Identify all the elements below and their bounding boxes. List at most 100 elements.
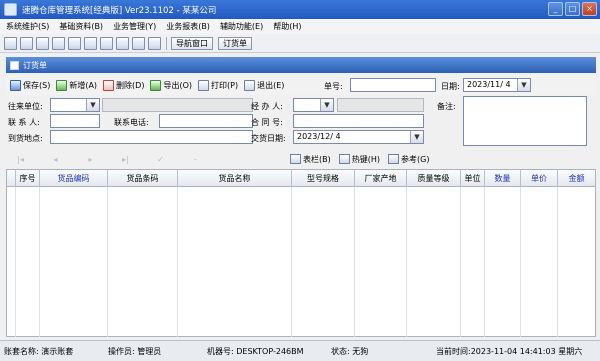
grid-icon[interactable] [4, 37, 17, 50]
chevron-down-icon[interactable]: ▼ [517, 79, 530, 91]
grid-column [178, 187, 292, 337]
handler-name-field [337, 98, 424, 112]
table-columns-label: 表栏(B) [303, 154, 331, 164]
print-icon[interactable] [116, 37, 129, 50]
refresh-icon[interactable]: ✓ [156, 155, 165, 164]
handler-input[interactable]: ▼ [293, 98, 334, 112]
add-button[interactable]: 新增(A) [56, 79, 97, 91]
help-icon[interactable] [132, 37, 145, 50]
next-icon[interactable]: ▸ [86, 155, 95, 164]
grid-column [355, 187, 407, 337]
grid-column [521, 187, 558, 337]
save-button[interactable]: 保存(S) [10, 79, 50, 91]
col-header-spec[interactable]: 型号规格 [292, 170, 355, 187]
grid-column [407, 187, 461, 337]
status-machine: 机器号: DESKTOP-246BM [207, 347, 304, 356]
export-label: 导出(O) [163, 80, 192, 90]
disk-icon[interactable] [84, 37, 97, 50]
col-header-quality[interactable]: 质量等级 [407, 170, 461, 187]
partner-name-field [102, 98, 253, 112]
menu-business[interactable]: 业务管理(Y) [113, 21, 156, 32]
menu-help[interactable]: 帮助(H) [273, 21, 301, 32]
nav-window-button[interactable]: 导航窗口 [171, 37, 213, 50]
main-toolbar: 导航窗口 订货单 [0, 35, 600, 53]
title-bar: 速腾仓库管理系统[经典版] Ver23.1102 - 某某公司 _ □ × [0, 0, 600, 19]
delete-label: 删除(D) [116, 80, 145, 90]
date-input[interactable]: 2023/11/ 4 ▼ [463, 78, 531, 92]
partner-input[interactable]: ▼ [50, 98, 100, 112]
date-label: 日期: [441, 82, 460, 91]
copy-icon[interactable] [36, 37, 49, 50]
delete-button[interactable]: 删除(D) [103, 79, 145, 91]
table-icon[interactable] [20, 37, 33, 50]
hotkey-label: 热键(H) [351, 154, 380, 164]
col-header-amount[interactable]: 金额 [558, 170, 595, 187]
app-icon [4, 3, 17, 16]
minimize-icon[interactable]: _ [548, 2, 563, 16]
save-icon [10, 79, 21, 91]
close-icon[interactable]: × [582, 2, 597, 16]
first-icon[interactable]: |◂ [16, 155, 25, 164]
document-header: 订货单 [6, 57, 596, 73]
save-icon[interactable] [100, 37, 113, 50]
doc-no-label: 单号: [324, 82, 343, 91]
chevron-down-icon[interactable]: ▼ [410, 131, 423, 143]
order-lines-grid[interactable]: 序号 货品编码 货品条码 货品名称 型号规格 厂家产地 质量等级 单位 数量 单… [6, 169, 596, 337]
contact-input[interactable] [50, 114, 100, 128]
menu-basic-data[interactable]: 基础资料(B) [59, 21, 103, 32]
table-columns-button[interactable]: 表栏(B) [290, 154, 331, 165]
delivery-date-input[interactable]: 2023/12/ 4 ▼ [293, 130, 424, 144]
remark-textarea[interactable] [463, 96, 587, 146]
delete-icon [103, 79, 115, 91]
col-header-item-code[interactable]: 货品编码 [40, 170, 108, 187]
menu-reports[interactable]: 业务报表(B) [166, 21, 210, 32]
date-value: 2023/11/ 4 [467, 80, 511, 89]
grid-body[interactable] [7, 187, 594, 337]
maximize-icon[interactable]: □ [565, 2, 580, 16]
reference-icon [388, 154, 399, 164]
col-header-unit-price[interactable]: 单价 [521, 170, 558, 187]
exit-button[interactable]: 退出(E) [244, 79, 285, 91]
col-header-origin[interactable]: 厂家产地 [355, 170, 407, 187]
phone-label: 联系电话: [114, 118, 149, 127]
exit-icon [244, 79, 256, 91]
partner-label: 往来单位: [8, 102, 43, 111]
grid-column [16, 187, 40, 337]
contract-input[interactable] [293, 114, 424, 128]
hotkey-button[interactable]: 热键(H) [338, 154, 380, 165]
col-header-quantity[interactable]: 数量 [485, 170, 521, 187]
col-header-barcode[interactable]: 货品条码 [108, 170, 178, 187]
print-button[interactable]: 打印(P) [198, 79, 239, 91]
col-header-unit[interactable]: 单位 [461, 170, 485, 187]
remark-label: 备注: [437, 102, 456, 111]
transfer-icon[interactable] [52, 37, 65, 50]
grid-column [558, 187, 594, 337]
report-icon[interactable] [68, 37, 81, 50]
chevron-down-icon[interactable]: ▼ [86, 99, 99, 111]
doc-no-input[interactable] [350, 78, 436, 92]
menu-system[interactable]: 系统维护(S) [6, 21, 49, 32]
col-header-seq[interactable]: 序号 [16, 170, 40, 187]
row-indicator-header [7, 170, 16, 187]
grid-column [40, 187, 108, 337]
handler-label: 经 办 人: [251, 102, 283, 111]
delivery-date-value: 2023/12/ 4 [297, 132, 341, 141]
status-state: 状态: 无狗 [331, 347, 369, 356]
document-icon [10, 60, 19, 70]
exit-label: 退出(E) [257, 80, 285, 90]
chevron-down-icon[interactable]: ▼ [320, 99, 333, 111]
export-button[interactable]: 导出(O) [150, 79, 192, 91]
delivery-date-label: 交货日期: [251, 134, 286, 143]
col-header-item-name[interactable]: 货品名称 [178, 170, 292, 187]
order-window-button[interactable]: 订货单 [218, 37, 252, 50]
exit-icon[interactable] [148, 37, 161, 50]
address-input[interactable] [50, 130, 253, 144]
reference-button[interactable]: 参考(G) [388, 154, 429, 165]
print-label: 打印(P) [211, 80, 239, 90]
grid-column [292, 187, 355, 337]
prev-icon[interactable]: ◂ [51, 155, 60, 164]
phone-input[interactable] [159, 114, 253, 128]
last-icon[interactable]: ▸| [121, 155, 130, 164]
menu-auxiliary[interactable]: 辅助功能(E) [220, 21, 263, 32]
cancel-icon[interactable]: – [191, 155, 200, 164]
